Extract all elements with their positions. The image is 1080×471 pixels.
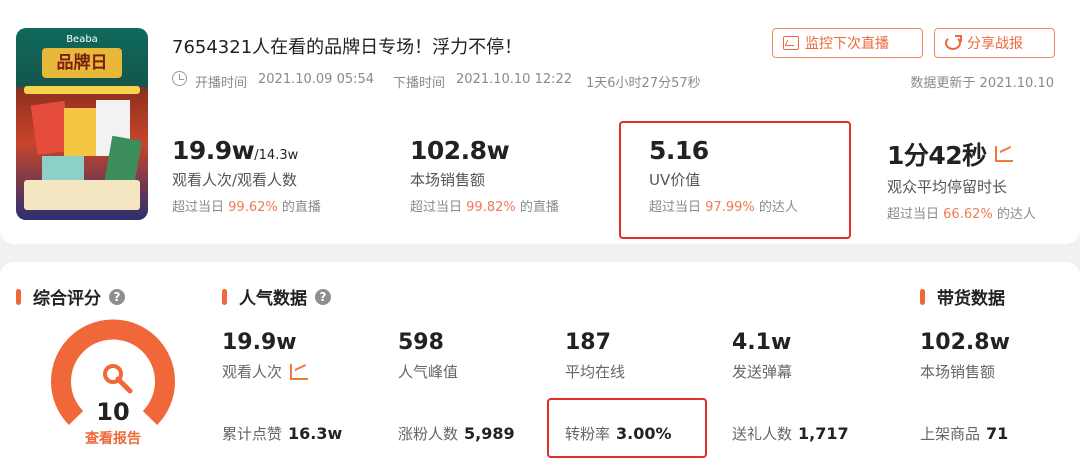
- cover-product: [42, 156, 84, 182]
- uv-highlight-box: [619, 121, 851, 239]
- data-updated-time: 数据更新于 2021.10.10: [910, 76, 1054, 91]
- share-button-label: 分享战报: [967, 36, 1023, 52]
- stat-label: 观看人次/观看人数: [172, 171, 298, 189]
- metric-label: 观看人次: [222, 361, 309, 382]
- section-marker: [222, 288, 227, 305]
- live-cover-image[interactable]: Beaba 品牌日: [16, 28, 148, 220]
- metric-gift-senders: 送礼人数 1,717: [732, 424, 849, 443]
- help-icon[interactable]: ?: [109, 288, 125, 305]
- metric-danmaku: 4.1w 发送弹幕: [732, 330, 792, 382]
- end-time-label: 下播时间: [393, 76, 446, 91]
- section-title-text: 综合评分: [33, 289, 101, 309]
- cover-logo: 品牌日: [42, 48, 122, 78]
- stat-label: 本场销售额: [410, 171, 486, 189]
- view-report-link[interactable]: 查看报告: [48, 428, 178, 448]
- metric-listed-products: 上架商品 71: [920, 424, 1009, 443]
- stat-compare: 超过当日 99.82% 的直播: [410, 200, 559, 215]
- clock-icon: [172, 71, 187, 86]
- gauge-needle: [115, 376, 133, 394]
- section-marker: [920, 288, 925, 305]
- share-report-button[interactable]: 分享战报: [934, 28, 1055, 58]
- fan-conversion-highlight-box: [547, 398, 707, 458]
- cover-product-row: [24, 180, 140, 210]
- stat-value: 1分42秒: [887, 141, 987, 170]
- stat-compare: 超过当日 66.62% 的达人: [887, 207, 1036, 222]
- stat-value: 19.9w: [172, 136, 255, 165]
- metric-peak-popularity: 598 人气峰值: [398, 330, 458, 382]
- stat-value: 102.8w: [410, 136, 510, 165]
- metric-sales-amount: 102.8w 本场销售额: [920, 330, 1010, 382]
- metric-label: 平均在线: [565, 363, 626, 381]
- cover-brand: Beaba: [66, 34, 98, 45]
- metric-views: 19.9w 观看人次: [222, 330, 309, 382]
- help-icon[interactable]: ?: [315, 288, 331, 305]
- metric-label: 人气峰值: [398, 363, 459, 381]
- end-time-value: 2021.10.10 12:22: [456, 72, 573, 87]
- section-title-text: 人气数据: [239, 289, 307, 309]
- section-sales-title: 带货数据: [920, 284, 1005, 309]
- trend-chart-icon[interactable]: [994, 146, 1013, 162]
- score-value: 10: [96, 398, 130, 426]
- section-title-text: 带货数据: [937, 289, 1005, 309]
- stat-avg-stay: 1分42秒 观众平均停留时长 超过当日 66.62% 的达人: [887, 136, 1036, 222]
- stat-views: 19.9w/14.3w 观看人次/观看人数 超过当日 99.62% 的直播: [172, 136, 321, 215]
- share-icon: [945, 35, 962, 50]
- metric-value: 4.1w: [732, 330, 792, 355]
- metric-total-likes: 累计点赞 16.3w: [222, 424, 343, 443]
- metric-label: 本场销售额: [920, 363, 996, 381]
- trend-chart-icon[interactable]: [290, 363, 309, 380]
- metric-value: 102.8w: [920, 330, 1010, 355]
- metric-value: 598: [398, 330, 444, 355]
- cover-banner: [24, 86, 140, 94]
- stat-sales: 102.8w 本场销售额 超过当日 99.82% 的直播: [410, 136, 559, 215]
- metric-value: 19.9w: [222, 330, 297, 355]
- monitor-icon: [783, 36, 799, 50]
- section-popularity-title: 人气数据 ?: [222, 284, 331, 309]
- section-marker: [16, 288, 21, 305]
- live-duration: 1天6小时27分57秒: [586, 76, 701, 91]
- live-title: 7654321人在看的品牌日专场！浮力不停！: [172, 37, 523, 58]
- start-time-value: 2021.10.09 05:54: [258, 72, 375, 87]
- metric-label: 发送弹幕: [732, 363, 793, 381]
- stat-value-secondary: /14.3w: [254, 148, 299, 163]
- stat-label: 观众平均停留时长: [887, 178, 1008, 196]
- metric-new-fans: 涨粉人数 5,989: [398, 424, 515, 443]
- metric-value: 187: [565, 330, 611, 355]
- monitor-next-live-button[interactable]: 监控下次直播: [772, 28, 923, 58]
- section-score-title: 综合评分 ?: [16, 284, 125, 309]
- metric-avg-online: 187 平均在线: [565, 330, 625, 382]
- stat-compare: 超过当日 99.62% 的直播: [172, 200, 321, 215]
- monitor-button-label: 监控下次直播: [805, 36, 889, 52]
- start-time-label: 开播时间: [195, 76, 248, 91]
